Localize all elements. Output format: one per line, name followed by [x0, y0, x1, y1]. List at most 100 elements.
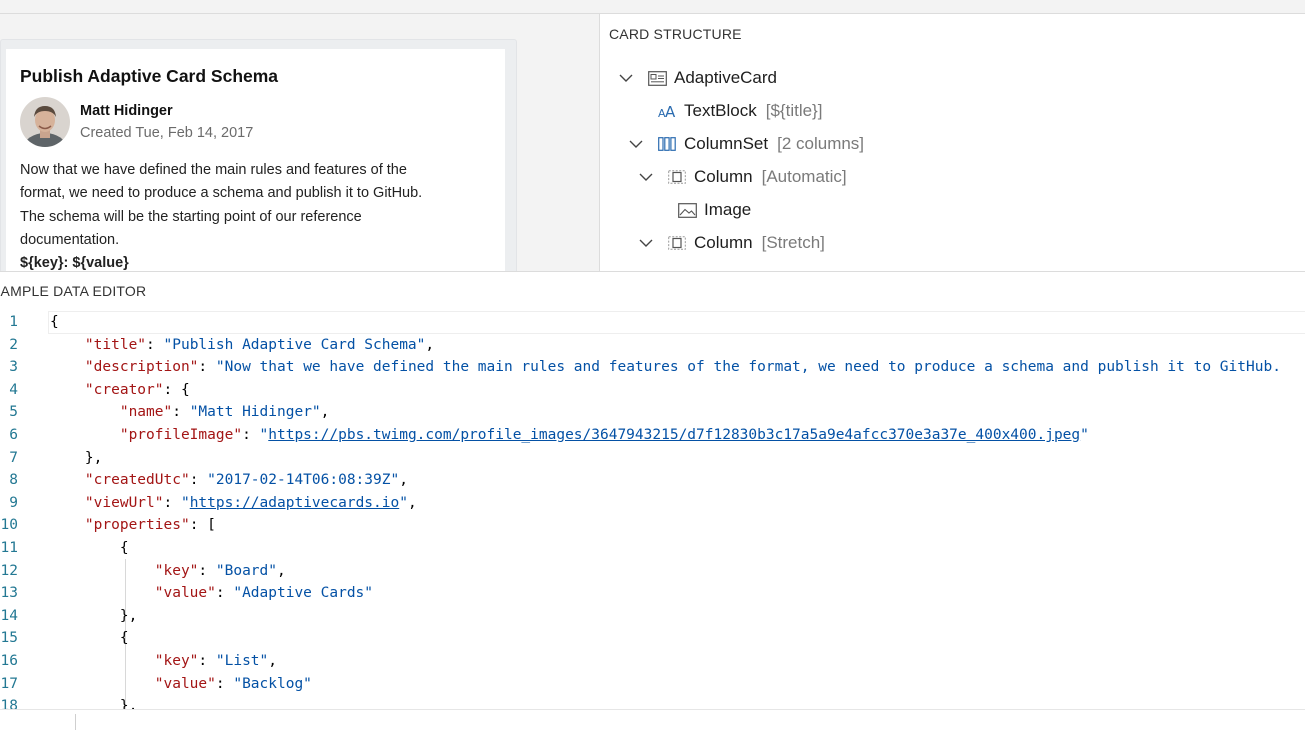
json-string: "List": [215, 652, 269, 669]
sample-data-editor-header: SAMPLE DATA EDITOR: [0, 283, 147, 299]
code-line: "properties": [: [84, 517, 216, 534]
code-line: "viewUrl": "https://adaptivecards.io",: [84, 494, 417, 511]
code-line: {: [50, 630, 129, 647]
line-number: 2: [9, 336, 18, 353]
line-number: 9: [9, 494, 18, 511]
json-key: "viewUrl": [84, 494, 164, 511]
code-line: "value": "Backlog": [154, 675, 312, 692]
line-number: 16: [0, 652, 18, 669]
column-set-icon: [656, 134, 678, 154]
line-number: 15: [0, 630, 18, 647]
json-key: "title": [84, 336, 147, 353]
tree-node-label: Image: [704, 200, 752, 219]
chevron-down-icon[interactable]: [616, 74, 636, 83]
tree-node-hint: [${title}]: [765, 101, 823, 120]
tree-node-label: Column: [694, 167, 753, 186]
line-number: 4: [9, 381, 18, 398]
line-number: 7: [9, 449, 18, 466]
code-line: {: [50, 539, 129, 556]
line-number: 10: [0, 517, 18, 534]
image-icon: [676, 200, 698, 220]
chevron-down-icon[interactable]: [626, 140, 646, 149]
json-key: "description": [84, 359, 199, 376]
fact-set-row: ${key}: ${value}: [20, 255, 129, 271]
adaptive-card-icon: [646, 68, 668, 88]
line-number: 17: [0, 675, 18, 692]
adaptive-card-preview[interactable]: Publish Adaptive Card Schema Matt Hiding…: [6, 49, 505, 271]
line-number: 5: [9, 404, 18, 421]
tree-node-column-stretch[interactable]: Column [Stretch]: [636, 231, 825, 255]
line-number: 3: [9, 359, 18, 376]
tree-node-textblock[interactable]: AA TextBlock [${title}]: [656, 99, 822, 123]
json-string: "Board": [215, 562, 277, 579]
json-string: "Matt Hidinger": [189, 404, 321, 421]
sample-data-editor-pane: SAMPLE DATA EDITOR 1 2 3 4 5 6 7 8 9 10 …: [0, 272, 1305, 733]
tree-node-hint: [2 columns]: [777, 134, 865, 153]
chevron-down-icon[interactable]: [636, 173, 656, 182]
top-toolbar-strip: [0, 0, 1305, 14]
bottom-divider: [75, 714, 76, 730]
json-key: "value": [154, 585, 216, 602]
description-line: documentation.: [20, 231, 120, 248]
code-line: "creator": {: [84, 381, 190, 398]
line-number: 11: [0, 539, 18, 556]
json-key: "properties": [84, 517, 190, 534]
view-url-link[interactable]: https://adaptivecards.io: [190, 495, 400, 511]
card-structure-header: CARD STRUCTURE: [609, 26, 742, 42]
tree-node-label: TextBlock: [684, 101, 757, 120]
description-line: The schema will be the starting point of…: [20, 208, 362, 225]
svg-text:A: A: [665, 103, 676, 119]
json-code-editor[interactable]: 1 2 3 4 5 6 7 8 9 10 11 12 13 14 15 16 1…: [0, 311, 1305, 709]
creator-row: Matt Hidinger Created Tue, Feb 14, 2017: [20, 97, 491, 147]
code-line: "profileImage": "https://pbs.twimg.com/p…: [119, 426, 1089, 443]
code-line: },: [50, 607, 138, 624]
tree-node-image[interactable]: Image: [676, 198, 751, 222]
json-string: "Adaptive Cards": [233, 585, 374, 602]
json-string: "Now that we have defined the main rules…: [215, 359, 1281, 376]
code-line: },: [50, 449, 103, 466]
creator-name: Matt Hidinger: [80, 103, 173, 119]
json-key: "createdUtc": [84, 472, 190, 489]
code-line: "title": "Publish Adaptive Card Schema",: [84, 336, 435, 353]
tree-node-label: Column: [694, 233, 753, 252]
json-string: "Backlog": [233, 675, 312, 692]
line-number: 13: [0, 585, 18, 602]
description-line: format, we need to produce a schema and …: [20, 185, 423, 202]
tree-node-adaptivecard[interactable]: AdaptiveCard: [616, 66, 777, 90]
tree-node-column-automatic[interactable]: Column [Automatic]: [636, 165, 847, 189]
chevron-down-icon[interactable]: [636, 239, 656, 248]
code-line: "createdUtc": "2017-02-14T06:08:39Z",: [84, 472, 408, 489]
json-key: "creator": [84, 381, 164, 398]
line-number: 14: [0, 607, 18, 624]
card-title: Publish Adaptive Card Schema: [20, 66, 279, 86]
description-line: Now that we have defined the main rules …: [20, 162, 407, 178]
tree-node-label: AdaptiveCard: [674, 68, 778, 87]
card-preview-pane: Publish Adaptive Card Schema Matt Hiding…: [0, 14, 599, 271]
column-icon: [666, 167, 688, 187]
editor-bottom-bar: [0, 709, 1305, 733]
tree-node-hint: [Automatic]: [761, 167, 847, 186]
line-number: 8: [9, 472, 18, 489]
line-number-gutter: 1 2 3 4 5 6 7 8 9 10 11 12 13 14 15 16 1…: [0, 311, 40, 709]
line-number: 12: [0, 562, 18, 579]
code-line: "name": "Matt Hidinger",: [119, 404, 330, 421]
profile-image-link[interactable]: https://pbs.twimg.com/profile_images/364…: [268, 427, 1080, 443]
created-date: Created Tue, Feb 14, 2017: [80, 125, 254, 141]
code-line: "key": "List",: [154, 652, 278, 669]
json-string: "2017-02-14T06:08:39Z": [207, 472, 400, 489]
card-structure-pane: CARD STRUCTURE AdaptiveCard AA TextBlock…: [600, 14, 1305, 271]
text-block-icon: AA: [656, 101, 678, 121]
code-line: "key": "Board",: [154, 562, 286, 579]
tree-node-columnset[interactable]: ColumnSet [2 columns]: [626, 132, 864, 156]
line-number: 18: [0, 698, 18, 709]
card-description: Now that we have defined the main rules …: [20, 159, 490, 252]
tree-node-hint: [Stretch]: [761, 233, 825, 252]
line-number: 6: [9, 426, 18, 443]
column-icon: [666, 233, 688, 253]
code-line: {: [50, 314, 59, 330]
json-key: "profileImage": [119, 426, 243, 443]
json-key: "key": [154, 652, 199, 669]
code-line: },: [50, 698, 138, 709]
avatar: [20, 97, 70, 147]
json-key: "value": [154, 675, 216, 692]
